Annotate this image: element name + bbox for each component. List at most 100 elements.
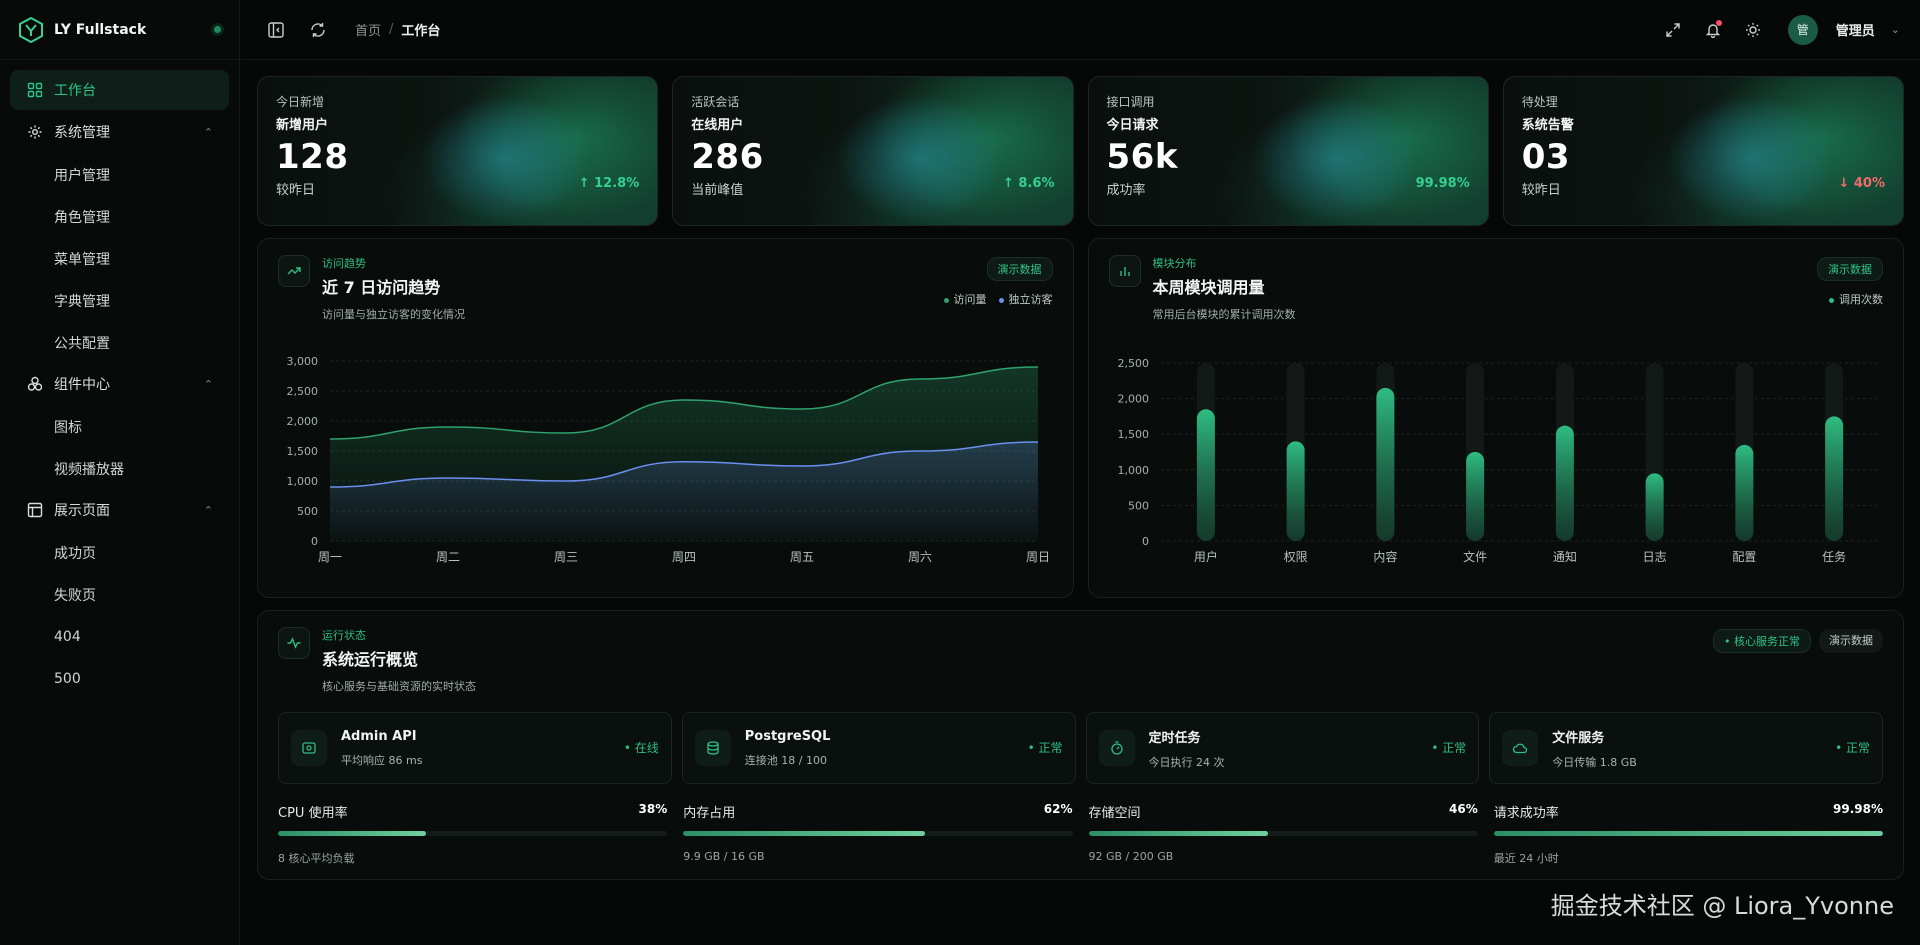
stat-trend: 99.98% [1415, 176, 1470, 191]
sidebar-toggle-icon[interactable] [261, 15, 291, 45]
progress-fill [683, 831, 925, 836]
sidebar-sub-icons[interactable]: 图标 [10, 406, 229, 448]
breadcrumb-home[interactable]: 首页 [355, 20, 381, 39]
metric-label: 请求成功率 [1493, 806, 1559, 821]
progress-fill [1493, 831, 1883, 836]
stat-trend: ↑ 8.6% [1003, 176, 1055, 191]
sidebar-sub-success[interactable]: 成功页 [10, 532, 229, 574]
service-card[interactable]: PostgreSQL 连接池 18 / 100 • 正常 [681, 712, 1076, 784]
sidebar-sub-menus[interactable]: 菜单管理 [10, 238, 229, 280]
stat-cards: 今日新增 新增用户 128 较昨日 ↑ 12.8% 活跃会话 在线用户 286 … [257, 76, 1904, 226]
chevron-down-icon[interactable]: ⌄ [1891, 23, 1900, 36]
stat-category: 待处理 [1521, 95, 1558, 109]
sidebar-menu: 工作台 系统管理 ⌃ 用户管理 角色管理 菜单管理 字典管理 公共配置 组件中心… [0, 60, 239, 710]
demo-badge: 演示数据 [986, 257, 1053, 281]
panel-category: 访问趋势 [322, 257, 366, 270]
sidebar-item-pages[interactable]: 展示页面 ⌃ [10, 490, 229, 530]
sidebar-sub-video[interactable]: 视频播放器 [10, 448, 229, 490]
y-tick-label: 1,000 [287, 475, 319, 488]
metric-memory: 内存占用 62% 9.9 GB / 16 GB [683, 802, 1073, 866]
service-status: • 正常 [1027, 741, 1063, 755]
refresh-icon[interactable] [303, 15, 333, 45]
bar [1824, 416, 1843, 541]
service-detail: 连接池 18 / 100 [744, 753, 827, 767]
service-card[interactable]: Admin API 平均响应 86 ms • 在线 [278, 712, 672, 784]
stat-card-new-users[interactable]: 今日新增 新增用户 128 较昨日 ↑ 12.8% [257, 76, 659, 226]
modules-bar-chart: 2,500 2,000 1,500 1,000 500 0 用户 权限 内容 文件 通知 日志 配置 任务 [1117, 357, 1879, 564]
avatar[interactable]: 管 [1787, 14, 1818, 45]
sidebar-sub-users[interactable]: 用户管理 [10, 154, 229, 196]
legend-item[interactable]: 调用次数 [1829, 291, 1883, 307]
stat-card-alerts[interactable]: 待处理 系统告警 03 较昨日 ↓ 40% [1502, 76, 1904, 226]
x-tick-label: 周二 [436, 550, 460, 564]
sidebar-sub-500[interactable]: 500 [10, 658, 229, 700]
sidebar-item-components[interactable]: 组件中心 ⌃ [10, 364, 229, 404]
sidebar-sub-fail[interactable]: 失败页 [10, 574, 229, 616]
fullscreen-icon[interactable] [1658, 15, 1688, 45]
x-tick-label: 周四 [672, 550, 696, 564]
sidebar-sub-config[interactable]: 公共配置 [10, 322, 229, 364]
sidebar-sub-dicts[interactable]: 字典管理 [10, 280, 229, 322]
stat-card-online-users[interactable]: 活跃会话 在线用户 286 当前峰值 ↑ 8.6% [672, 76, 1074, 226]
y-tick-label: 0 [311, 535, 318, 548]
metric-sub: 8 核心平均负载 [278, 852, 355, 865]
y-tick-label: 2,500 [1117, 357, 1149, 370]
progress-track [278, 831, 668, 836]
cloud-icon [1502, 730, 1539, 766]
service-card[interactable]: 定时任务 今日执行 24 次 • 正常 [1085, 712, 1480, 784]
x-tick-label: 通知 [1552, 550, 1576, 564]
metric-value: 62% [1043, 802, 1073, 816]
service-name: 定时任务 [1148, 730, 1201, 746]
sidebar-item-label: 展示页面 [54, 503, 110, 519]
header-actions: 管 管理员 ⌄ [1658, 14, 1900, 45]
grid-icon [26, 81, 44, 99]
sidebar-item-label: 系统管理 [54, 125, 110, 141]
stat-category: 接口调用 [1106, 95, 1155, 109]
x-tick-label: 用户 [1193, 549, 1217, 564]
stat-title: 在线用户 [691, 118, 744, 133]
service-status: • 在线 [623, 741, 659, 755]
timer-icon [1098, 730, 1135, 766]
sidebar-sub-404[interactable]: 404 [10, 616, 229, 658]
stat-value: 03 [1521, 137, 1571, 177]
x-tick-label: 内容 [1373, 549, 1397, 564]
y-tick-label: 1,500 [1117, 428, 1149, 441]
top-header: 首页 / 工作台 管 管理员 ⌄ [241, 0, 1920, 60]
x-tick-label: 周六 [908, 550, 932, 564]
sidebar-item-system[interactable]: 系统管理 ⌃ [10, 112, 229, 152]
sun-icon[interactable] [1738, 15, 1768, 45]
stat-card-requests[interactable]: 接口调用 今日请求 56k 成功率 99.98% [1087, 76, 1489, 226]
breadcrumb: 首页 / 工作台 [355, 20, 440, 39]
bell-icon[interactable] [1698, 15, 1728, 45]
service-status: • 正常 [1431, 741, 1467, 755]
service-ok-badge: • 核心服务正常 [1713, 629, 1811, 653]
stat-trend: ↑ 12.8% [578, 176, 640, 191]
bar [1555, 425, 1574, 541]
status-panel: 运行状态 系统运行概览 核心服务与基础资源的实时状态 • 核心服务正常 演示数据… [257, 610, 1904, 880]
stat-value: 128 [276, 137, 349, 177]
metric-value: 99.98% [1833, 802, 1883, 816]
layout-icon [26, 501, 44, 519]
service-name: Admin API [341, 728, 417, 744]
legend-item[interactable]: 访问量 [943, 291, 987, 307]
bar [1734, 444, 1753, 541]
watermark: 掘金技术社区 @ Liora_Yvonne [1550, 892, 1894, 920]
stat-value: 56k [1106, 137, 1178, 177]
y-tick-label: 500 [297, 505, 318, 518]
sidebar-sub-roles[interactable]: 角色管理 [10, 196, 229, 238]
legend-item[interactable]: 独立访客 [998, 291, 1053, 307]
service-list: Admin API 平均响应 86 ms • 在线 PostgreSQL 连接池… [278, 712, 1883, 784]
chart-legend: 调用次数 [1829, 291, 1883, 307]
user-name[interactable]: 管理员 [1836, 20, 1875, 39]
service-detail: 平均响应 86 ms [341, 753, 423, 767]
bar [1465, 452, 1484, 541]
x-tick-label: 日志 [1642, 550, 1666, 564]
bar [1286, 441, 1305, 541]
service-card[interactable]: 文件服务 今日传输 1.8 GB • 正常 [1489, 712, 1883, 784]
visits-area-chart: 3,000 2,500 2,000 1,500 1,000 500 0周一 周二 周三 周四 周五 周… [287, 355, 1051, 564]
sidebar-item-workbench[interactable]: 工作台 [10, 70, 229, 110]
metric-cpu: CPU 使用率 38% 8 核心平均负载 [278, 802, 668, 866]
panel-category: 模块分布 [1152, 257, 1197, 270]
metric-success-rate: 请求成功率 99.98% 最近 24 小时 [1493, 802, 1883, 866]
brand[interactable]: LY Fullstack [0, 0, 239, 60]
